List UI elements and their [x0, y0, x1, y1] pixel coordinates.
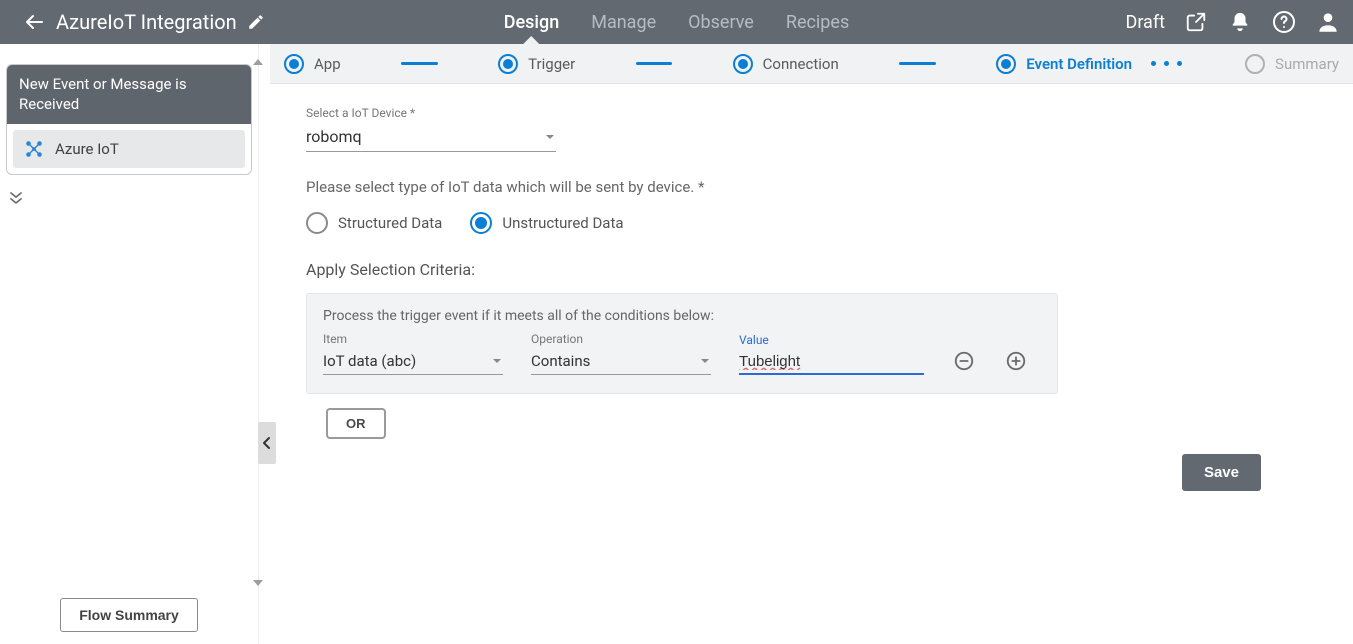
dropdown-arrow-icon [699, 355, 711, 367]
help-icon[interactable] [1271, 9, 1297, 35]
step-app[interactable]: App [284, 54, 341, 74]
step-summary[interactable]: Summary [1245, 54, 1339, 74]
radio-structured-data[interactable]: Structured Data [306, 212, 442, 234]
step-connector [899, 62, 936, 65]
add-condition-button[interactable] [1004, 349, 1028, 373]
device-select-value: robomq [306, 127, 544, 146]
nav-tab-design[interactable]: Design [504, 0, 559, 44]
nav-tab-recipes[interactable]: Recipes [786, 0, 849, 44]
step-trigger[interactable]: Trigger [498, 54, 575, 74]
trigger-card-title: New Event or Message is Received [7, 65, 251, 124]
nav-tab-observe[interactable]: Observe [688, 0, 754, 44]
open-external-icon[interactable] [1183, 9, 1209, 35]
expand-chevron-icon[interactable] [6, 189, 252, 207]
page-title: AzureIoT Integration [56, 10, 237, 34]
step-label: App [314, 55, 341, 73]
trigger-card: New Event or Message is Received Azure I… [6, 64, 252, 175]
radio-checked-icon [733, 54, 753, 74]
status-label: Draft [1126, 12, 1166, 33]
step-label: Connection [763, 55, 839, 73]
criteria-box: Process the trigger event if it meets al… [306, 293, 1058, 394]
connector-label: Azure IoT [55, 140, 119, 158]
or-button[interactable]: OR [326, 408, 386, 439]
step-connector-dots [1148, 62, 1185, 65]
wizard-step-bar: App Trigger Connection Event Definition [270, 44, 1353, 84]
user-avatar-icon[interactable] [1315, 9, 1341, 35]
device-field-label: Select a IoT Device * [306, 106, 1317, 120]
radio-unchecked-icon [306, 212, 328, 234]
radio-checked-icon [284, 54, 304, 74]
remove-condition-button[interactable] [952, 349, 976, 373]
save-button[interactable]: Save [1182, 454, 1261, 491]
step-connector [636, 62, 673, 65]
radio-checked-icon [470, 212, 492, 234]
criteria-help-text: Process the trigger event if it meets al… [323, 308, 1041, 324]
scroll-up-icon[interactable] [253, 59, 263, 65]
criteria-item-label: Item [323, 332, 503, 346]
step-label: Trigger [528, 55, 575, 73]
radio-checked-icon [996, 54, 1016, 74]
criteria-value-input[interactable] [739, 351, 924, 375]
azure-iot-icon [23, 138, 45, 160]
criteria-section-title: Apply Selection Criteria: [306, 260, 1317, 279]
device-select[interactable]: robomq [306, 124, 556, 152]
radio-checked-icon [498, 54, 518, 74]
back-arrow-icon[interactable] [20, 8, 48, 36]
criteria-operation-select[interactable]: Contains [531, 350, 711, 375]
step-label: Summary [1275, 55, 1339, 73]
step-connector [401, 62, 438, 65]
connector-tile-azure-iot[interactable]: Azure IoT [13, 130, 245, 168]
criteria-operation-value: Contains [531, 352, 590, 370]
criteria-operation-label: Operation [531, 332, 711, 346]
bell-icon[interactable] [1227, 9, 1253, 35]
step-connection[interactable]: Connection [733, 54, 839, 74]
radio-unstructured-data[interactable]: Unstructured Data [470, 212, 623, 234]
criteria-item-select[interactable]: IoT data (abc) [323, 350, 503, 375]
dropdown-arrow-icon [544, 131, 556, 143]
radio-unchecked-icon [1245, 54, 1265, 74]
flow-summary-button[interactable]: Flow Summary [60, 598, 198, 632]
dropdown-arrow-icon [491, 355, 503, 367]
edit-title-icon[interactable] [245, 11, 267, 33]
radio-label: Unstructured Data [502, 214, 623, 232]
scroll-down-icon[interactable] [253, 580, 263, 586]
data-type-help-text: Please select type of IoT data which wil… [306, 178, 1317, 196]
radio-label: Structured Data [338, 214, 442, 232]
criteria-item-value: IoT data (abc) [323, 352, 416, 370]
step-event-definition[interactable]: Event Definition [996, 54, 1132, 74]
nav-tab-manage[interactable]: Manage [591, 0, 656, 44]
criteria-value-label: Value [739, 333, 924, 347]
step-label: Event Definition [1026, 55, 1132, 73]
